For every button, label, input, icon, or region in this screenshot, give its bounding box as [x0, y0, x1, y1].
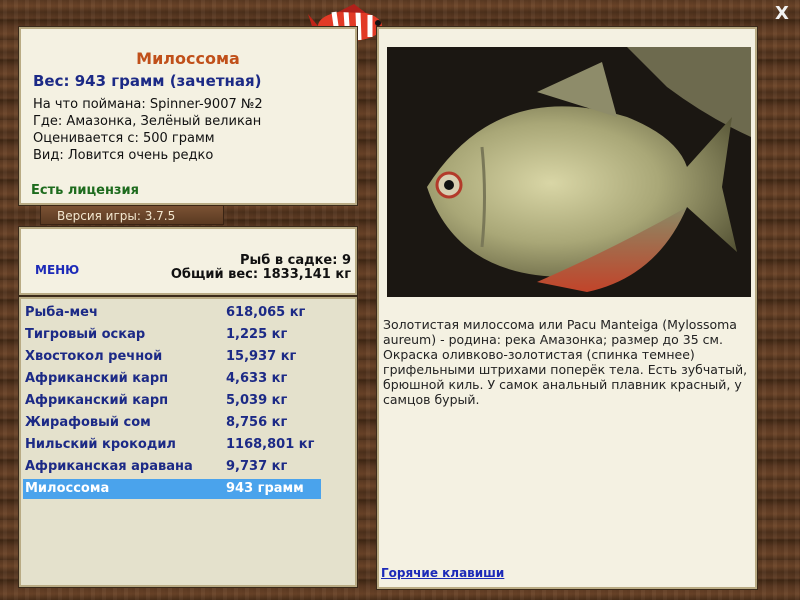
- fish-info-panel: Милоссома Вес: 943 грамм (зачетная) На ч…: [18, 26, 358, 206]
- list-item-weight: 9,737 кг: [226, 459, 288, 474]
- list-item-name: Тигровый оскар: [25, 327, 146, 342]
- list-item-weight: 1,225 кг: [226, 327, 288, 342]
- list-item[interactable]: Жирафовый сом 8,756 кг: [23, 413, 321, 433]
- list-item[interactable]: Милоссома 943 грамм: [23, 479, 321, 499]
- fish-name-title: Милоссома: [136, 49, 240, 68]
- close-button[interactable]: X: [772, 4, 792, 24]
- game-version: Версия игры: 3.7.5: [40, 205, 224, 225]
- list-item-weight: 943 грамм: [226, 481, 304, 496]
- list-item-name: Рыба-меч: [25, 305, 98, 320]
- hotkeys-link[interactable]: Горячие клавиши: [381, 566, 504, 580]
- list-item-name: Африканская аравана: [25, 459, 193, 474]
- list-item-weight: 5,039 кг: [226, 393, 288, 408]
- list-item[interactable]: Тигровый оскар 1,225 кг: [23, 325, 321, 345]
- fish-count: Рыб в садке: 9: [239, 253, 351, 268]
- valued-from-text: Оценивается с: 500 грамм: [33, 131, 215, 146]
- license-status: Есть лицензия: [31, 183, 139, 198]
- list-item[interactable]: Африканский карп 5,039 кг: [23, 391, 321, 411]
- list-item-name: Жирафовый сом: [25, 415, 151, 430]
- list-item-weight: 15,937 кг: [226, 349, 297, 364]
- keepnet-stats-panel: МЕНЮ Рыб в садке: 9 Общий вес: 1833,141 …: [18, 226, 358, 296]
- list-item[interactable]: Африканская аравана 9,737 кг: [23, 457, 321, 477]
- list-item[interactable]: Африканский карп 4,633 кг: [23, 369, 321, 389]
- list-item-weight: 1168,801 кг: [226, 437, 315, 452]
- fish-photo: [387, 47, 751, 297]
- list-item-weight: 618,065 кг: [226, 305, 306, 320]
- list-item-name: Хвостокол речной: [25, 349, 163, 364]
- list-item[interactable]: Нильский крокодил 1168,801 кг: [23, 435, 321, 455]
- caught-on-text: На что поймана: Spinner-9007 №2: [33, 97, 263, 112]
- list-item-name: Африканский карп: [25, 371, 169, 386]
- menu-button[interactable]: МЕНЮ: [35, 263, 79, 277]
- list-item-name: Милоссома: [25, 481, 110, 496]
- catch-list: Рыба-меч 618,065 кг Тигровый оскар 1,225 к…: [18, 296, 358, 588]
- list-item[interactable]: Рыба-меч 618,065 кг: [23, 303, 321, 323]
- fish-weight: Вес: 943 грамм (зачетная): [33, 72, 262, 90]
- fish-description: Золотистая милоссома или Pacu Manteiga (…: [383, 317, 748, 407]
- location-text: Где: Амазонка, Зелёный великан: [33, 114, 262, 129]
- list-item-name: Африканский карп: [25, 393, 169, 408]
- fish-illustration: [387, 47, 751, 297]
- list-item-name: Нильский крокодил: [25, 437, 176, 452]
- list-item-weight: 8,756 кг: [226, 415, 288, 430]
- list-item[interactable]: Хвостокол речной 15,937 кг: [23, 347, 321, 367]
- fish-detail-panel: Золотистая милоссома или Pacu Manteiga (…: [376, 26, 758, 590]
- rarity-text: Вид: Ловится очень редко: [33, 148, 214, 163]
- total-weight: Общий вес: 1833,141 кг: [170, 267, 351, 282]
- list-item-weight: 4,633 кг: [226, 371, 288, 386]
